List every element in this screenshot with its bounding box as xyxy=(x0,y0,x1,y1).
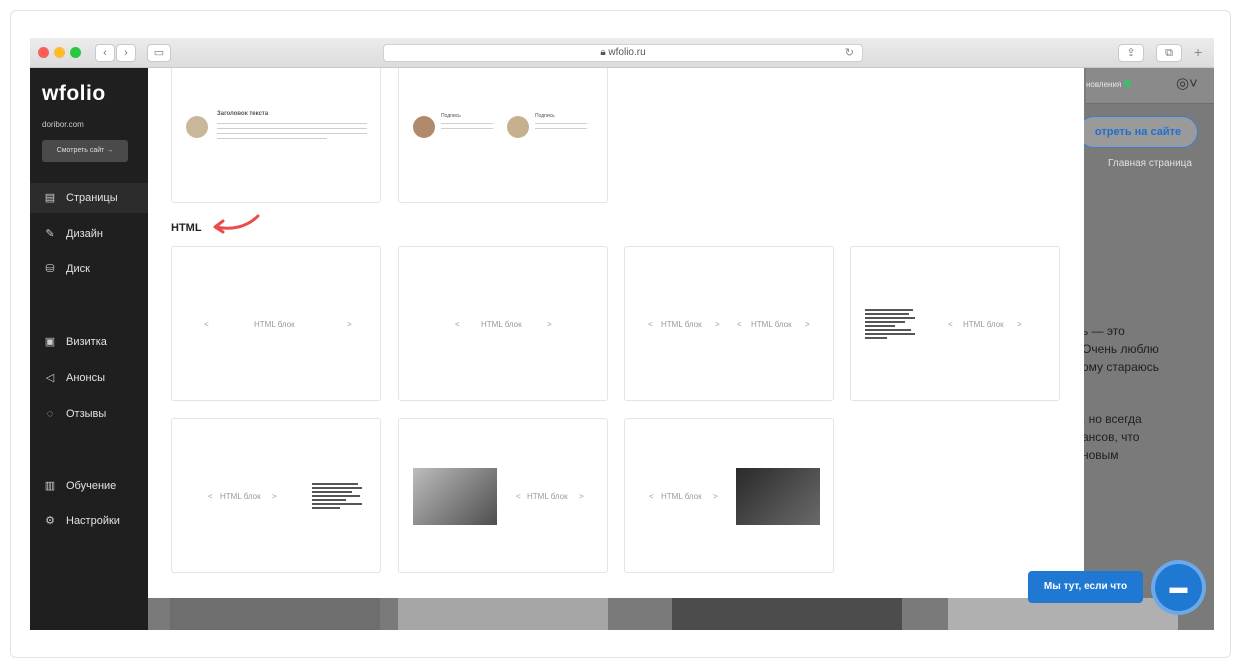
sidebar-item-reviews[interactable]: ◌ Отзывы xyxy=(30,399,148,429)
site-domain: doribor.com xyxy=(42,120,84,129)
placeholder-line xyxy=(441,128,493,129)
maximize-window-button[interactable] xyxy=(70,47,81,58)
avatar xyxy=(507,116,529,138)
section-title: HTML xyxy=(171,222,202,234)
share-icon[interactable]: ⇪ xyxy=(1118,44,1144,62)
reload-icon[interactable]: ↻ xyxy=(845,45,854,61)
html-block-label: HTML блок xyxy=(220,492,261,501)
html-block-label: HTML блок xyxy=(661,492,702,501)
text-placeholder xyxy=(865,309,915,341)
sidebar-item-label: Дизайн xyxy=(66,228,103,240)
red-arrow-icon xyxy=(213,214,260,234)
html-block-template-photo-right[interactable]: < HTML блок > xyxy=(624,418,834,573)
sidebar-item-label: Отзывы xyxy=(66,408,107,420)
html-block-template-photo-left[interactable]: < HTML блок > xyxy=(398,418,608,573)
status-dot xyxy=(1124,80,1132,87)
bio-text-1: ь — это Очень люблю ому стараюсь xyxy=(1082,322,1159,376)
disk-icon: ⛁ xyxy=(45,263,55,275)
bio-line: , но всегда xyxy=(1082,412,1142,426)
minimize-window-button[interactable] xyxy=(54,47,65,58)
page-icon: ▤ xyxy=(44,192,56,204)
html-block-template-double[interactable]: < HTML блок > < HTML блок > xyxy=(624,246,834,401)
block-picker-modal: Заголовок текста Подпись Подпись HTML < … xyxy=(148,68,1084,598)
template-caption: Подпись xyxy=(535,113,555,119)
template-caption: Подпись xyxy=(441,113,461,119)
new-tab-icon[interactable]: + xyxy=(1194,44,1202,60)
card-icon: ▣ xyxy=(44,336,56,348)
text-placeholder xyxy=(312,483,362,511)
sidebar-item-announcements[interactable]: ◁ Анонсы xyxy=(30,363,148,393)
sidebar-item-label: Диск xyxy=(66,263,90,275)
bio-line: Очень люблю xyxy=(1082,342,1159,356)
url-text: wfolio.ru xyxy=(608,47,646,58)
user-icon[interactable]: ◎˅ xyxy=(1176,74,1198,92)
html-block-template[interactable]: < HTML блок > xyxy=(398,246,608,401)
html-block-label: HTML блок xyxy=(963,320,1004,329)
sidebar-item-design[interactable]: ✎ Дизайн xyxy=(30,219,148,249)
sidebar-item-learning[interactable]: ▥ Обучение xyxy=(30,471,148,501)
html-block-label: HTML блок xyxy=(751,320,792,329)
bio-text-2: , но всегда ансов, что новым xyxy=(1082,410,1142,464)
chat-prompt-label[interactable]: Мы тут, если что xyxy=(1028,571,1143,603)
updates-status: новления xyxy=(1086,80,1132,89)
browser-window: ‹ › ▭ 🔒︎ wfolio.ru ↻ ⇪ ⧉ + новления ◎˅ о… xyxy=(30,38,1214,630)
bio-line: ансов, что xyxy=(1082,430,1140,444)
photo-placeholder xyxy=(413,468,497,525)
tabs-overview-icon[interactable]: ⧉ xyxy=(1156,44,1182,62)
html-block-template-text-right[interactable]: < HTML блок > xyxy=(171,418,381,573)
html-block-template[interactable]: < HTML блок > xyxy=(171,246,381,401)
placeholder-line xyxy=(217,133,367,134)
bio-line: ому стараюсь xyxy=(1082,360,1160,374)
placeholder-line xyxy=(535,123,587,124)
bio-line: новым xyxy=(1082,448,1119,462)
address-bar[interactable]: 🔒︎ wfolio.ru ↻ xyxy=(383,44,863,62)
html-block-label: HTML блок xyxy=(254,320,295,329)
sidebar-item-card[interactable]: ▣ Визитка xyxy=(30,327,148,357)
megaphone-icon: ◁ xyxy=(45,372,55,384)
template-heading: Заголовок текста xyxy=(217,111,269,117)
sidebar-item-label: Визитка xyxy=(66,336,107,348)
sidebar-item-label: Страницы xyxy=(66,192,118,204)
sidebar-item-disk[interactable]: ⛁ Диск xyxy=(30,254,148,284)
background-card xyxy=(170,598,380,630)
placeholder-line xyxy=(217,123,367,124)
chat-bubbles-icon: ◌ xyxy=(46,408,54,420)
gear-icon: ⚙ xyxy=(45,515,55,527)
browser-toolbar: ‹ › ▭ 🔒︎ wfolio.ru ↻ ⇪ ⧉ + xyxy=(30,38,1214,68)
chat-icon[interactable]: ▬ xyxy=(1155,564,1202,611)
placeholder-line xyxy=(217,138,327,139)
view-on-site-button[interactable]: отреть на сайте xyxy=(1078,116,1198,148)
text-block-template[interactable]: Заголовок текста xyxy=(171,68,381,203)
updates-label: новления xyxy=(1086,80,1122,89)
html-block-label: HTML блок xyxy=(481,320,522,329)
sidebar-item-label: Анонсы xyxy=(66,372,106,384)
caption-block-template[interactable]: Подпись Подпись xyxy=(398,68,608,203)
background-card xyxy=(398,598,608,630)
view-site-button[interactable]: Смотреть сайт → xyxy=(42,140,128,162)
sidebar-item-label: Настройки xyxy=(66,515,120,527)
sidebar-item-pages[interactable]: ▤ Страницы xyxy=(30,183,148,213)
placeholder-line xyxy=(217,128,367,129)
book-icon: ▥ xyxy=(44,480,56,492)
html-block-label: HTML блок xyxy=(661,320,702,329)
close-window-button[interactable] xyxy=(38,47,49,58)
chevron-left-icon[interactable]: ‹ xyxy=(95,44,115,62)
placeholder-line xyxy=(535,128,587,129)
sidebar-item-settings[interactable]: ⚙ Настройки xyxy=(30,506,148,536)
sidebar: wfolio doribor.com Смотреть сайт → ▤ Стр… xyxy=(30,68,148,630)
avatar xyxy=(186,116,208,138)
sidebar-item-label: Обучение xyxy=(66,480,117,492)
photo-placeholder xyxy=(736,468,820,525)
avatar xyxy=(413,116,435,138)
background-card xyxy=(672,598,902,630)
bio-line: ь — это xyxy=(1082,324,1125,338)
placeholder-line xyxy=(441,123,493,124)
chevron-right-icon[interactable]: › xyxy=(116,44,136,62)
logo[interactable]: wfolio xyxy=(42,82,106,106)
html-block-label: HTML блок xyxy=(527,492,568,501)
html-block-template-text-left[interactable]: < HTML блок > xyxy=(850,246,1060,401)
brush-icon: ✎ xyxy=(45,228,55,240)
home-page-link[interactable]: Главная страница xyxy=(1108,158,1192,169)
sidebar-toggle-icon[interactable]: ▭ xyxy=(147,44,171,62)
